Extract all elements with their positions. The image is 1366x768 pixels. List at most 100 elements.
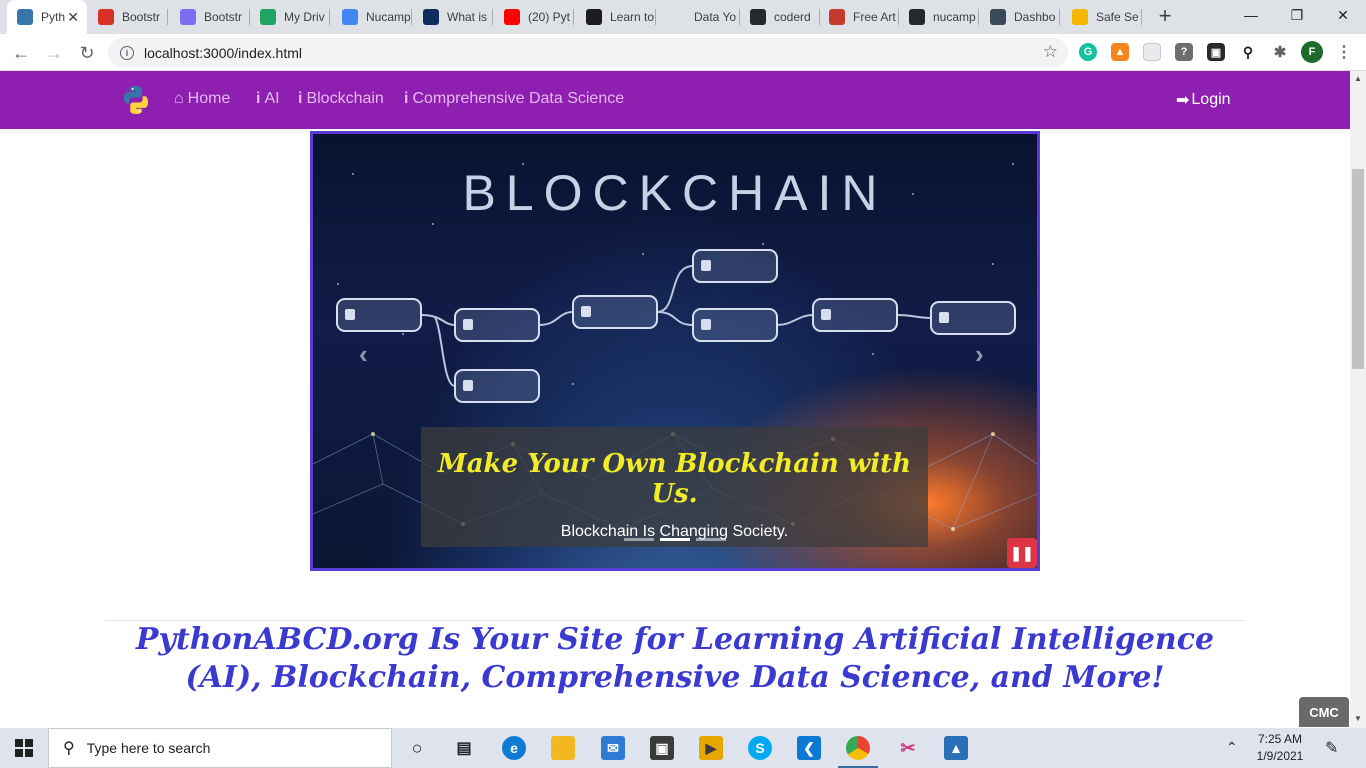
- browser-tab-title: Data Yo: [694, 10, 737, 24]
- browser-tab-strip: Pyth ✕ Bootstr Bootstr My Driv Nucamp What is(…: [0, 0, 1366, 34]
- browser-tab[interactable]: Pyth ✕: [7, 0, 87, 34]
- page-viewport: ⌂ Home i AI i Blockchain i Comprehensive…: [0, 71, 1350, 728]
- login-label: Login: [1191, 91, 1231, 108]
- login-link[interactable]: ➡ Login: [1176, 90, 1231, 110]
- browser-tab[interactable]: What is: [413, 0, 493, 34]
- chrome-icon[interactable]: [838, 736, 878, 768]
- tray-overflow-icon[interactable]: ⌃: [1226, 739, 1238, 756]
- browser-tab[interactable]: Bootstr: [88, 0, 168, 34]
- notifications-icon[interactable]: ✎: [1325, 738, 1338, 758]
- codecademy-icon: [586, 9, 602, 25]
- browser-tab[interactable]: (20) Pyt: [494, 0, 574, 34]
- google-docs-icon: [342, 9, 358, 25]
- help-extension-icon[interactable]: ?: [1175, 43, 1193, 61]
- clock-time: 7:25 AM: [1257, 732, 1303, 746]
- browser-tab[interactable]: My Driv: [250, 0, 330, 34]
- carousel-prev-icon[interactable]: ‹: [359, 339, 368, 370]
- gmail-icon: [98, 9, 114, 25]
- carousel-indicator[interactable]: [659, 538, 690, 541]
- browser-tab-title: nucamp: [933, 10, 976, 24]
- extension-placeholder-icon[interactable]: [1143, 43, 1161, 61]
- browser-tab[interactable]: coderd: [740, 0, 820, 34]
- site-navbar: ⌂ Home i AI i Blockchain i Comprehensive…: [0, 71, 1350, 129]
- browser-tab-title: My Driv: [284, 10, 325, 24]
- minimize-button[interactable]: —: [1228, 0, 1274, 30]
- search-extension-icon[interactable]: ⚲: [1239, 43, 1257, 61]
- python-icon: [17, 9, 33, 25]
- carousel-image-heading: BLOCKCHAIN: [462, 165, 888, 221]
- site-info-icon[interactable]: i: [120, 45, 134, 60]
- scroll-down-icon[interactable]: ▼: [1354, 714, 1362, 723]
- cortana-icon[interactable]: ○: [405, 736, 429, 760]
- browser-tab[interactable]: Safe Se: [1062, 0, 1142, 34]
- close-window-button[interactable]: ✕: [1320, 0, 1366, 30]
- metamask-icon[interactable]: ▲: [1111, 43, 1129, 61]
- address-text: localhost:3000/index.html: [144, 44, 302, 61]
- reactstrap-icon: [180, 9, 196, 25]
- taskbar-clock[interactable]: 7:25 AM 1/9/2021: [1252, 731, 1308, 765]
- info-icon: i: [298, 90, 303, 107]
- task-view-icon[interactable]: ▤: [452, 736, 476, 760]
- snip-sketch-icon[interactable]: ✂: [896, 736, 920, 760]
- nav-blockchain-link[interactable]: i Blockchain: [298, 90, 384, 108]
- nav-home-link[interactable]: ⌂ Home: [174, 90, 230, 108]
- browser-tab-title: (20) Pyt: [528, 10, 571, 24]
- browser-menu-icon[interactable]: ⋮: [1335, 43, 1353, 61]
- britannica-icon: [423, 9, 439, 25]
- browser-tab[interactable]: Data Yo: [660, 0, 740, 34]
- file-explorer-icon[interactable]: [551, 736, 575, 760]
- browser-tab-title: Safe Se: [1096, 10, 1139, 24]
- extensions-puzzle-icon[interactable]: ✱: [1271, 43, 1289, 61]
- carousel-indicator[interactable]: [623, 538, 654, 541]
- back-icon[interactable]: ←: [8, 40, 34, 66]
- edge-icon[interactable]: e: [502, 736, 526, 760]
- media-player-icon[interactable]: ▶: [699, 736, 723, 760]
- carousel-pause-button[interactable]: ❚❚: [1007, 538, 1037, 568]
- forward-icon[interactable]: →: [41, 40, 67, 66]
- taskbar-search-box[interactable]: ⚲ Type here to search: [48, 728, 392, 768]
- bookmark-star-icon[interactable]: ☆: [1043, 42, 1058, 62]
- browser-tab-title: What is: [447, 10, 488, 24]
- nav-blockchain-label: Blockchain: [306, 90, 384, 107]
- carousel-caption: Make Your Own Blockchain with Us. Blockc…: [421, 427, 928, 547]
- dev-extension-icon[interactable]: ▣: [1207, 43, 1225, 61]
- search-icon: ⚲: [63, 740, 75, 757]
- carousel-next-icon[interactable]: ›: [975, 339, 984, 370]
- browser-tab[interactable]: Dashbo: [980, 0, 1060, 34]
- mail-icon[interactable]: ✉: [601, 736, 625, 760]
- home-icon: ⌂: [174, 90, 184, 107]
- vscode-icon[interactable]: ❮: [797, 736, 821, 760]
- photos-icon[interactable]: ▲: [944, 736, 968, 760]
- scroll-up-icon[interactable]: ▲: [1354, 74, 1362, 83]
- browser-tab-title: Learn to: [610, 10, 655, 24]
- youtube-icon: [504, 9, 520, 25]
- browser-tab[interactable]: Learn to: [576, 0, 656, 34]
- grammarly-icon[interactable]: G: [1079, 43, 1097, 61]
- store-icon[interactable]: ▣: [650, 736, 674, 760]
- page-scrollbar[interactable]: ▲ ▼: [1350, 71, 1366, 728]
- scrollbar-thumb[interactable]: [1352, 169, 1364, 369]
- info-icon: i: [256, 90, 261, 107]
- browser-tab[interactable]: Nucamp: [332, 0, 412, 34]
- browser-tab-title: Pyth: [41, 10, 66, 24]
- browser-tab[interactable]: Free Art: [819, 0, 899, 34]
- start-button[interactable]: [0, 728, 48, 768]
- browser-tab[interactable]: nucamp: [899, 0, 979, 34]
- restore-button[interactable]: ❐: [1274, 0, 1320, 30]
- reload-icon[interactable]: ↻: [74, 40, 100, 66]
- google-drive-icon: [260, 9, 276, 25]
- python-logo-icon[interactable]: [120, 84, 152, 116]
- blank-icon: [670, 9, 686, 25]
- address-bar[interactable]: i localhost:3000/index.html ☆: [108, 38, 1068, 67]
- site-tagline: PythonABCD.org Is Your Site for Learning…: [135, 622, 1215, 695]
- new-tab-button[interactable]: +: [1154, 5, 1176, 27]
- browser-tab[interactable]: Bootstr: [170, 0, 250, 34]
- nav-ai-link[interactable]: i AI: [256, 90, 280, 108]
- hero-carousel: BLOCKCHAIN ‹ › Make Your Own Blockchain …: [310, 131, 1040, 571]
- carousel-indicator[interactable]: [695, 538, 726, 541]
- cmc-widget-button[interactable]: CMC: [1299, 697, 1349, 727]
- close-tab-icon[interactable]: ✕: [67, 9, 79, 26]
- profile-avatar[interactable]: F: [1301, 41, 1323, 63]
- nav-data-science-link[interactable]: i Comprehensive Data Science: [404, 90, 624, 108]
- skype-icon[interactable]: S: [748, 736, 772, 760]
